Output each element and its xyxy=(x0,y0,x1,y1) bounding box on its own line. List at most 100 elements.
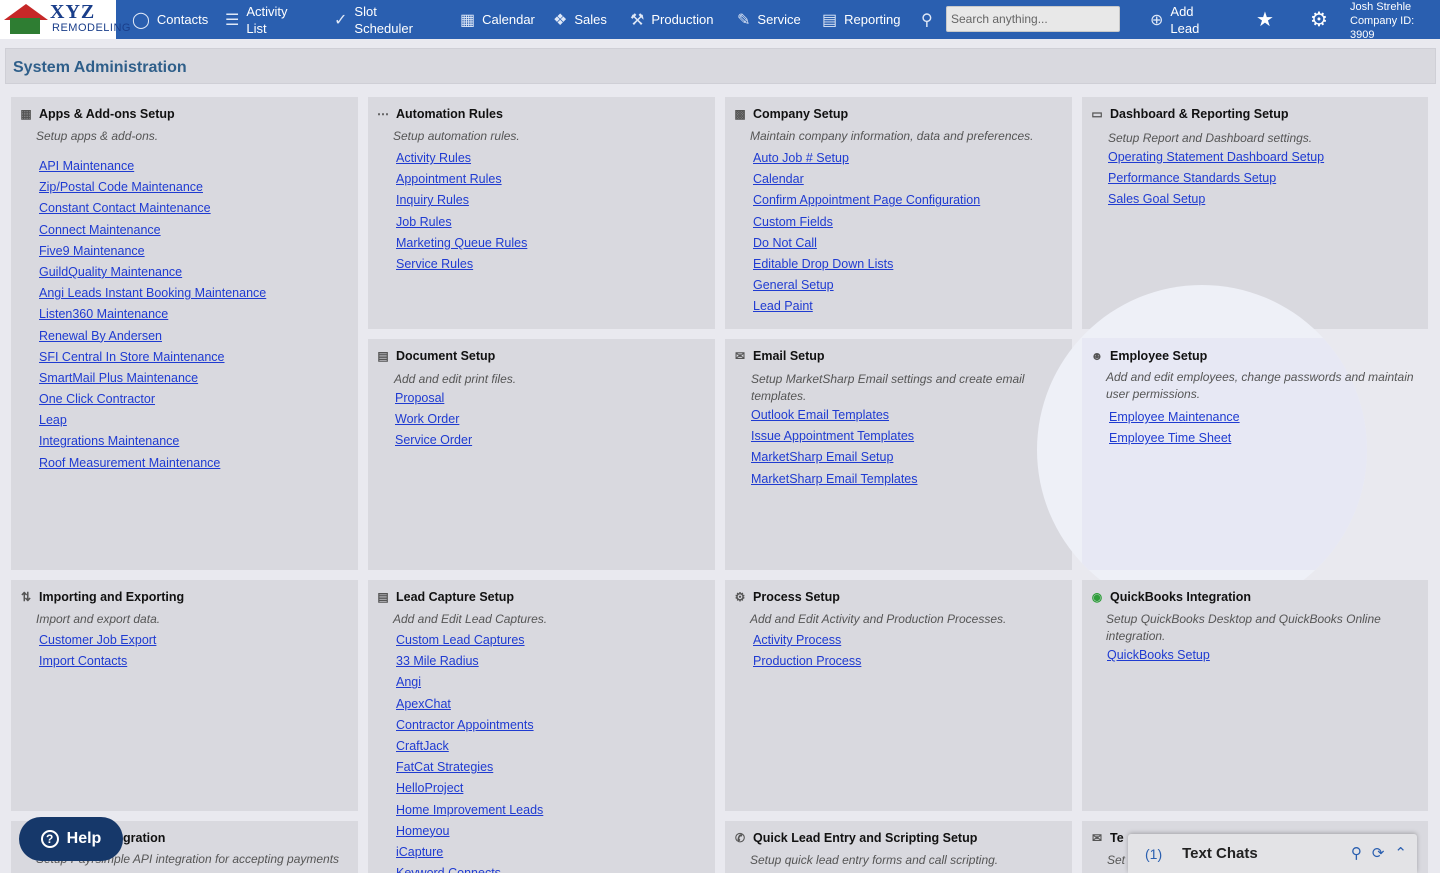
help-button[interactable]: ? Help xyxy=(19,817,123,861)
setup-link[interactable]: Operating Statement Dashboard Setup xyxy=(1108,150,1324,164)
search-button[interactable]: ⚲ xyxy=(921,0,940,39)
user-circle-icon: ☻ xyxy=(1090,349,1104,363)
chevron-up-icon[interactable]: ⌃ xyxy=(1394,844,1407,862)
setup-link[interactable]: Roof Measurement Maintenance xyxy=(39,456,220,470)
add-lead-button[interactable]: ⊕ Add Lead xyxy=(1150,0,1199,39)
setup-link[interactable]: Angi Leads Instant Booking Maintenance xyxy=(39,286,266,300)
list-item: HelloProject xyxy=(396,778,543,799)
setup-link[interactable]: Constant Contact Maintenance xyxy=(39,201,211,215)
search-icon: ⚲ xyxy=(921,11,933,29)
setup-link[interactable]: Job Rules xyxy=(396,215,452,229)
setup-link[interactable]: Renewal By Andersen xyxy=(39,329,162,343)
setup-link[interactable]: Five9 Maintenance xyxy=(39,244,145,258)
card-email-setup: ✉ Email Setup Setup MarketSharp Email set… xyxy=(725,339,1072,570)
setup-link[interactable]: Listen360 Maintenance xyxy=(39,307,168,321)
setup-link[interactable]: CraftJack xyxy=(396,739,449,753)
nav-production-label: Production xyxy=(651,12,714,27)
page-title: System Administration xyxy=(13,59,187,76)
setup-link[interactable]: Lead Paint xyxy=(753,299,813,313)
search-input[interactable] xyxy=(946,6,1120,32)
nav-service[interactable]: ✎ Service xyxy=(737,0,801,39)
setup-link[interactable]: Confirm Appointment Page Configuration xyxy=(753,193,980,207)
list-item: Five9 Maintenance xyxy=(39,241,266,262)
setup-link[interactable]: Service Order xyxy=(395,433,472,447)
setup-link[interactable]: iCapture xyxy=(396,845,443,859)
setup-link[interactable]: GuildQuality Maintenance xyxy=(39,265,182,279)
list-item: Roof Measurement Maintenance xyxy=(39,453,266,474)
user-menu[interactable]: Josh Strehle Company ID: 3909 xyxy=(1350,0,1440,39)
setup-link[interactable]: Auto Job # Setup xyxy=(753,151,849,165)
setup-link[interactable]: SFI Central In Store Maintenance xyxy=(39,350,225,364)
card-description: Setup quick lead entry forms and call sc… xyxy=(750,853,999,867)
list-item: QuickBooks Setup xyxy=(1107,645,1210,666)
setup-link[interactable]: SmartMail Plus Maintenance xyxy=(39,371,198,385)
setup-link[interactable]: Performance Standards Setup xyxy=(1108,171,1276,185)
nav-sales[interactable]: ❖ Sales xyxy=(553,0,607,39)
setup-link[interactable]: ApexChat xyxy=(396,697,451,711)
setup-link[interactable]: Customer Job Export xyxy=(39,633,156,647)
nav-calendar[interactable]: ▦ Calendar xyxy=(460,0,535,39)
setup-link[interactable]: Leap xyxy=(39,413,67,427)
setup-link[interactable]: Appointment Rules xyxy=(396,172,502,186)
setup-link[interactable]: Homeyou xyxy=(396,824,450,838)
setup-link[interactable]: Activity Rules xyxy=(396,151,471,165)
setup-link[interactable]: MarketSharp Email Templates xyxy=(751,472,918,486)
setup-link[interactable]: One Click Contractor xyxy=(39,392,155,406)
setup-link[interactable]: Contractor Appointments xyxy=(396,718,534,732)
card-description: Add and edit employees, change passwords… xyxy=(1106,370,1414,401)
refresh-icon[interactable]: ⟳ xyxy=(1372,844,1385,862)
setup-link[interactable]: Editable Drop Down Lists xyxy=(753,257,893,271)
company-logo[interactable]: XYZ REMODELING xyxy=(0,0,130,39)
list-item: Angi Leads Instant Booking Maintenance xyxy=(39,283,266,304)
setup-link[interactable]: Outlook Email Templates xyxy=(751,408,889,422)
setup-link[interactable]: Employee Time Sheet xyxy=(1109,431,1231,445)
setup-link[interactable]: Activity Process xyxy=(753,633,841,647)
setup-link[interactable]: Service Rules xyxy=(396,257,473,271)
logo-house-icon xyxy=(10,18,40,34)
setup-link[interactable]: HelloProject xyxy=(396,781,463,795)
nav-reporting[interactable]: ▤ Reporting xyxy=(822,0,901,39)
list-item: Job Rules xyxy=(396,212,527,233)
setup-link[interactable]: Do Not Call xyxy=(753,236,817,250)
setup-link[interactable]: Calendar xyxy=(753,172,804,186)
setup-link[interactable]: Issue Appointment Templates xyxy=(751,429,914,443)
setup-link[interactable]: Connect Maintenance xyxy=(39,223,161,237)
setup-link[interactable]: Production Process xyxy=(753,654,861,668)
favorites-button[interactable]: ★ xyxy=(1256,0,1281,39)
link-list: Proposal Work Order Service Order xyxy=(395,388,472,452)
setup-link[interactable]: MarketSharp Email Setup xyxy=(751,450,893,464)
list-item: Leap xyxy=(39,410,266,431)
nav-slot-scheduler[interactable]: ✓ Slot Scheduler xyxy=(334,0,413,39)
search-icon[interactable]: ⚲ xyxy=(1351,844,1362,862)
setup-link[interactable]: Integrations Maintenance xyxy=(39,434,179,448)
list-item: Proposal xyxy=(395,388,472,409)
setup-link[interactable]: Proposal xyxy=(395,391,444,405)
setup-link[interactable]: API Maintenance xyxy=(39,159,134,173)
setup-link[interactable]: Home Improvement Leads xyxy=(396,803,543,817)
setup-link[interactable]: Keyword Connects xyxy=(396,866,501,873)
list-item: One Click Contractor xyxy=(39,389,266,410)
setup-link[interactable]: Marketing Queue Rules xyxy=(396,236,527,250)
list-item: CraftJack xyxy=(396,736,543,757)
setup-link[interactable]: Work Order xyxy=(395,412,459,426)
card-title: Quick Lead Entry and Scripting Setup xyxy=(753,831,978,845)
setup-link[interactable]: Custom Fields xyxy=(753,215,833,229)
setup-link[interactable]: Custom Lead Captures xyxy=(396,633,525,647)
setup-link[interactable]: QuickBooks Setup xyxy=(1107,648,1210,662)
nav-activity-list[interactable]: ☰ Activity List xyxy=(225,0,288,39)
nav-production[interactable]: ⚒ Production xyxy=(630,0,714,39)
setup-link[interactable]: FatCat Strategies xyxy=(396,760,493,774)
nav-contacts[interactable]: ◯ Contacts xyxy=(132,0,208,39)
setup-link[interactable]: 33 Mile Radius xyxy=(396,654,479,668)
setup-link[interactable]: Zip/Postal Code Maintenance xyxy=(39,180,203,194)
setup-link[interactable]: Sales Goal Setup xyxy=(1108,192,1205,206)
setup-link[interactable]: Import Contacts xyxy=(39,654,127,668)
add-lead-label-1: Add xyxy=(1170,3,1194,19)
text-chats-panel[interactable]: (1) Text Chats ⚲ ⟳ ⌃ xyxy=(1128,834,1417,873)
setup-link[interactable]: Inquiry Rules xyxy=(396,193,469,207)
nav-activity-label-2: List xyxy=(246,20,267,36)
setup-link[interactable]: General Setup xyxy=(753,278,834,292)
settings-button[interactable]: ⚙ xyxy=(1310,0,1335,39)
setup-link[interactable]: Employee Maintenance xyxy=(1109,410,1240,424)
setup-link[interactable]: Angi xyxy=(396,675,421,689)
